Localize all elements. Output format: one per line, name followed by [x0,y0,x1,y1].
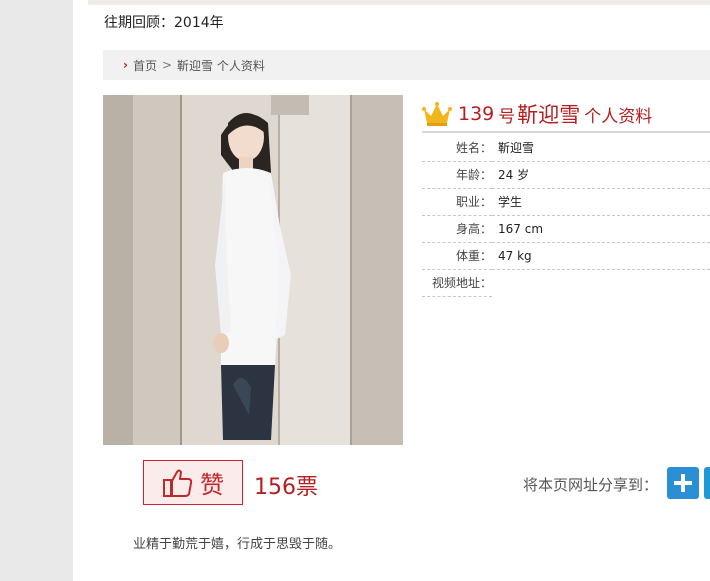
field-label: 职业： [422,189,492,216]
contestant-number: 139 [458,103,495,125]
thumbs-up-icon [163,469,193,497]
field-value: 167 cm [492,216,710,243]
number-suffix: 号 [498,106,516,127]
breadcrumb-separator: > [161,58,173,72]
field-label: 年龄： [422,162,492,189]
breadcrumb-current: 靳迎雪 个人资料 [177,58,265,73]
crown-icon [422,102,452,126]
field-row-video: 视频地址： [422,270,710,297]
profile-info-panel: 139 号 靳迎雪 个人资料 姓名： 靳迎雪 年龄： 24 岁 职业： 学生 身… [422,97,710,297]
profile-title: 139 号 靳迎雪 个人资料 [422,97,710,133]
field-label: 姓名： [422,135,492,162]
field-label: 视频地址： [422,270,492,297]
field-value: 24 岁 [492,162,710,189]
profile-heading-suffix: 个人资料 [584,106,653,127]
motto-text: 业精于勤荒于嬉，行成于思毁于随。 [133,537,342,552]
like-button-label: 赞 [200,471,224,499]
vote-count: 156票 [254,475,318,500]
breadcrumb-home-link[interactable]: 首页 [133,57,157,74]
breadcrumb: › 首页 > 靳迎雪 个人资料 [103,50,710,80]
field-value: 学生 [492,189,710,216]
field-value: 47 kg [492,243,710,270]
share-label: 将本页网址分享到： [523,476,659,494]
field-label: 身高： [422,216,492,243]
page-container: 往期回顾：2014年 › 首页 > 靳迎雪 个人资料 139 号 靳迎雪 个人资… [73,0,710,581]
field-row-height: 身高： 167 cm [422,216,710,243]
share-service-button[interactable] [704,467,710,499]
plus-icon [674,474,692,492]
archive-label[interactable]: 往期回顾：2014年 [104,12,224,32]
top-strip [88,0,710,5]
like-button[interactable]: 赞 [143,460,243,505]
field-value [492,270,710,297]
field-row-weight: 体重： 47 kg [422,243,710,270]
share-more-button[interactable] [667,467,699,499]
chevron-right-icon: › [123,58,128,72]
contestant-name: 靳迎雪 [517,103,581,127]
profile-fields: 姓名： 靳迎雪 年龄： 24 岁 职业： 学生 身高： 167 cm 体重： 4… [422,135,710,297]
field-row-occupation: 职业： 学生 [422,189,710,216]
field-row-name: 姓名： 靳迎雪 [422,135,710,162]
field-row-age: 年龄： 24 岁 [422,162,710,189]
field-label: 体重： [422,243,492,270]
profile-photo [103,95,403,445]
field-value: 靳迎雪 [492,135,710,162]
